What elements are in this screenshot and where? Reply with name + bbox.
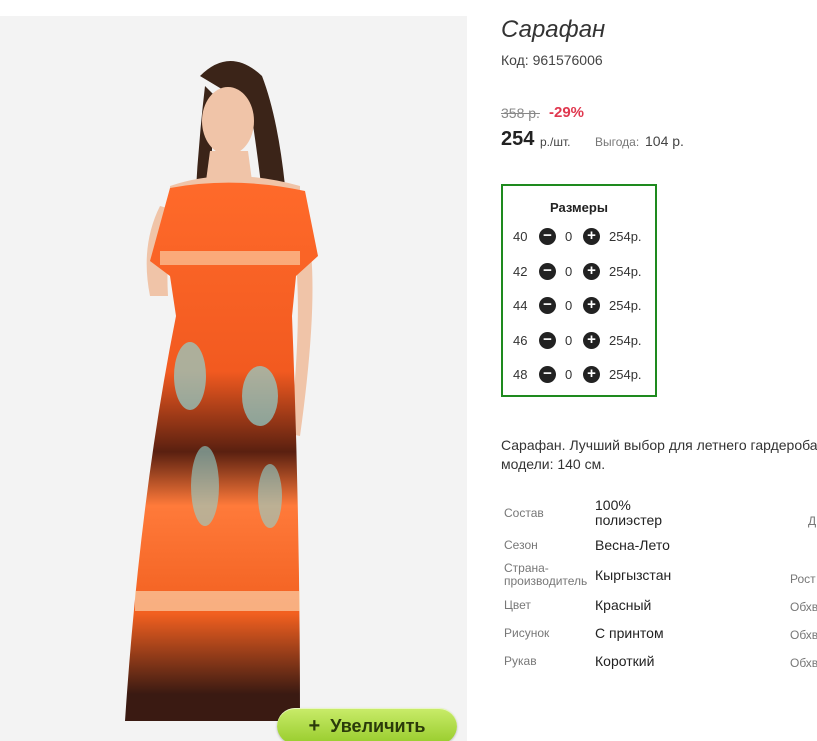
product-title: Сарафан	[501, 16, 606, 43]
size-label: 46	[513, 333, 528, 348]
minus-circle-icon[interactable]: −	[539, 263, 556, 280]
discount-badge: -29%	[549, 104, 585, 121]
attr-label-pattern: Рисунок	[504, 626, 550, 640]
size-quantity: 0	[565, 298, 573, 313]
attr-value-sleeve: Короткий	[595, 653, 655, 669]
attr-label-sleeve: Рукав	[504, 654, 537, 668]
size-label: 44	[513, 298, 528, 313]
attr-label-composition: Состав	[504, 506, 544, 520]
attr-label-country: Страна- производитель	[504, 562, 587, 588]
size-label: 48	[513, 367, 528, 382]
attr-label-line: производитель	[504, 574, 588, 588]
size-quantity: 0	[565, 264, 573, 279]
plus-icon: +	[308, 715, 321, 737]
savings-label: Выгода:	[595, 135, 640, 149]
price-unit: р./шт.	[540, 135, 571, 149]
attr-label-color: Цвет	[504, 598, 531, 612]
savings-value: 104 р.	[645, 133, 684, 149]
attr-value-color: Красный	[595, 597, 652, 613]
product-description: Сарафан. Лучший выбор для летнего гардер…	[501, 436, 817, 474]
plus-circle-icon[interactable]: +	[583, 263, 600, 280]
size-row: 48 − 0 + 254р.	[503, 364, 655, 384]
size-label: 40	[513, 229, 528, 244]
attr-value-line: полиэстер	[595, 512, 663, 528]
minus-circle-icon[interactable]: −	[539, 297, 556, 314]
description-line-1: Сарафан. Лучший выбор для летнего гардер…	[501, 437, 817, 453]
plus-circle-icon[interactable]: +	[583, 297, 600, 314]
attr-right-label: Д	[808, 514, 817, 528]
zoom-button-label: Увеличить	[330, 715, 426, 736]
attr-value-line: 100%	[595, 497, 631, 513]
current-price: 254	[501, 128, 535, 150]
attr-right-label: Обхв	[790, 656, 817, 670]
attr-value-pattern: С принтом	[595, 625, 664, 641]
size-quantity: 0	[565, 333, 573, 348]
size-quantity: 0	[565, 367, 573, 382]
size-row: 46 − 0 + 254р.	[503, 330, 655, 350]
old-price: 358 р.	[501, 105, 540, 121]
size-quantity: 0	[565, 229, 573, 244]
dress-model-image	[125, 61, 318, 721]
size-price: 254р.	[609, 333, 642, 348]
plus-circle-icon[interactable]: +	[583, 332, 600, 349]
description-line-2: модели: 140 см.	[501, 456, 606, 472]
plus-circle-icon[interactable]: +	[583, 228, 600, 245]
size-price: 254р.	[609, 298, 642, 313]
attr-right-label: Рост	[790, 572, 816, 586]
size-row: 40 − 0 + 254р.	[503, 226, 655, 246]
minus-circle-icon[interactable]: −	[539, 366, 556, 383]
attr-label-season: Сезон	[504, 538, 538, 552]
size-price: 254р.	[609, 367, 642, 382]
size-price: 254р.	[609, 264, 642, 279]
plus-circle-icon[interactable]: +	[583, 366, 600, 383]
size-row: 42 − 0 + 254р.	[503, 261, 655, 281]
size-row: 44 − 0 + 254р.	[503, 295, 655, 315]
minus-circle-icon[interactable]: −	[539, 228, 556, 245]
zoom-button[interactable]: + Увеличить	[277, 708, 457, 741]
attr-value-country: Кыргызстан	[595, 567, 672, 583]
sizes-header: Размеры	[550, 200, 608, 215]
attr-value-season: Весна-Лето	[595, 537, 670, 553]
product-photo[interactable]: + Увеличить	[0, 16, 467, 741]
size-label: 42	[513, 264, 528, 279]
size-price: 254р.	[609, 229, 642, 244]
attr-right-label: Обхв	[790, 600, 817, 614]
attr-value-composition: 100% полиэстер	[595, 498, 662, 528]
attr-right-label: Обхв	[790, 628, 817, 642]
size-selector: Размеры 40 − 0 + 254р. 42 − 0 + 254р. 44…	[501, 184, 657, 397]
product-code: Код: 961576006	[501, 52, 603, 68]
minus-circle-icon[interactable]: −	[539, 332, 556, 349]
